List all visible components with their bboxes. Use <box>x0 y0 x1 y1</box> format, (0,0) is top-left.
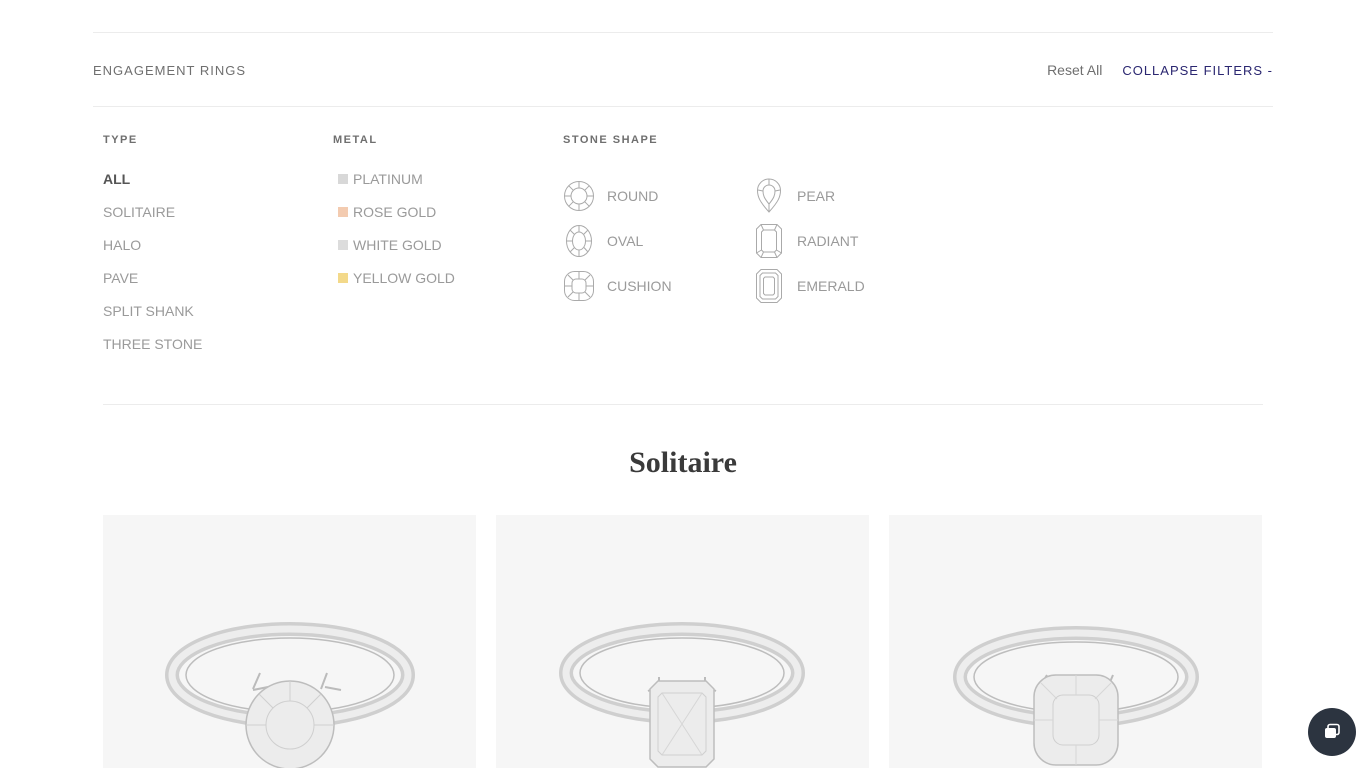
header-divider <box>93 106 1273 107</box>
product-card-round-solitaire[interactable] <box>103 515 476 768</box>
product-grid <box>103 515 1263 768</box>
solitaire-ring-cushion-diamond-image <box>953 626 1199 766</box>
section-divider <box>103 404 1263 405</box>
shape-option-label: PEAR <box>797 188 836 204</box>
filter-panel: TYPE ALL SOLITAIRE HALO PAVE SPLIT SHANK… <box>103 132 1263 372</box>
pear-diamond-icon <box>753 178 785 214</box>
type-option-split-shank[interactable]: SPLIT SHANK <box>103 303 323 336</box>
platinum-swatch <box>338 174 348 184</box>
shape-option-pear[interactable]: PEAR <box>753 176 943 216</box>
breadcrumb: ENGAGEMENT RINGS <box>93 62 247 78</box>
shape-option-radiant[interactable]: RADIANT <box>753 221 943 261</box>
metal-option-platinum[interactable]: PLATINUM <box>333 171 553 204</box>
metal-option-label: WHITE GOLD <box>353 237 442 253</box>
radiant-diamond-icon <box>753 223 785 259</box>
shape-option-cushion[interactable]: CUSHION <box>563 266 753 306</box>
chat-button[interactable] <box>1308 708 1356 756</box>
type-option-solitaire[interactable]: SOLITAIRE <box>103 204 323 237</box>
oval-diamond-icon <box>563 223 595 259</box>
chat-bubble-icon <box>1325 723 1340 738</box>
metal-filter: METAL PLATINUM ROSE GOLD WHITE GOLD YELL… <box>333 132 553 303</box>
filter-header: ENGAGEMENT RINGS Reset All COLLAPSE FILT… <box>93 58 1273 82</box>
filter-actions: Reset All COLLAPSE FILTERS - <box>1047 62 1273 78</box>
emerald-diamond-icon <box>753 268 785 304</box>
metal-option-white-gold[interactable]: WHITE GOLD <box>333 237 553 270</box>
stone-shape-filter-heading: STONE SHAPE <box>563 134 659 146</box>
metal-option-label: PLATINUM <box>353 171 423 187</box>
metal-option-label: ROSE GOLD <box>353 204 437 220</box>
type-option-three-stone[interactable]: THREE STONE <box>103 336 323 369</box>
shape-option-label: CUSHION <box>607 278 672 294</box>
shape-option-oval[interactable]: OVAL <box>563 221 753 261</box>
stone-shape-filter: STONE SHAPE ROUND PEAR OVAL RADIANT CUSH… <box>563 132 983 311</box>
type-filter: TYPE ALL SOLITAIRE HALO PAVE SPLIT SHANK… <box>103 132 323 369</box>
type-options: ALL SOLITAIRE HALO PAVE SPLIT SHANK THRE… <box>103 171 323 369</box>
cushion-diamond-icon <box>563 268 595 304</box>
white-gold-swatch <box>338 240 348 250</box>
product-card-radiant-solitaire[interactable] <box>496 515 869 768</box>
type-option-all[interactable]: ALL <box>103 171 323 204</box>
rose-gold-swatch <box>338 207 348 217</box>
collapse-filters-button[interactable]: COLLAPSE FILTERS - <box>1122 63 1273 78</box>
yellow-gold-swatch <box>338 273 348 283</box>
metal-option-label: YELLOW GOLD <box>353 270 455 286</box>
type-option-halo[interactable]: HALO <box>103 237 323 270</box>
metal-option-yellow-gold[interactable]: YELLOW GOLD <box>333 270 553 303</box>
stone-shape-options: ROUND PEAR OVAL RADIANT CUSHION EMERALD <box>563 176 983 311</box>
top-divider <box>93 32 1273 33</box>
shape-option-label: ROUND <box>607 188 659 204</box>
shape-option-label: OVAL <box>607 233 644 249</box>
solitaire-ring-round-diamond-image <box>165 622 415 768</box>
reset-all-link[interactable]: Reset All <box>1047 62 1102 78</box>
solitaire-ring-radiant-diamond-image <box>559 622 805 768</box>
shape-option-label: RADIANT <box>797 233 859 249</box>
metal-filter-heading: METAL <box>333 134 378 146</box>
metal-options: PLATINUM ROSE GOLD WHITE GOLD YELLOW GOL… <box>333 171 553 303</box>
shape-option-emerald[interactable]: EMERALD <box>753 266 943 306</box>
shape-option-label: EMERALD <box>797 278 865 294</box>
round-diamond-icon <box>563 178 595 214</box>
type-option-pave[interactable]: PAVE <box>103 270 323 303</box>
product-card-cushion-solitaire[interactable] <box>889 515 1262 768</box>
shape-option-round[interactable]: ROUND <box>563 176 753 216</box>
metal-option-rose-gold[interactable]: ROSE GOLD <box>333 204 553 237</box>
type-filter-heading: TYPE <box>103 134 138 146</box>
section-title: Solitaire <box>629 446 737 479</box>
